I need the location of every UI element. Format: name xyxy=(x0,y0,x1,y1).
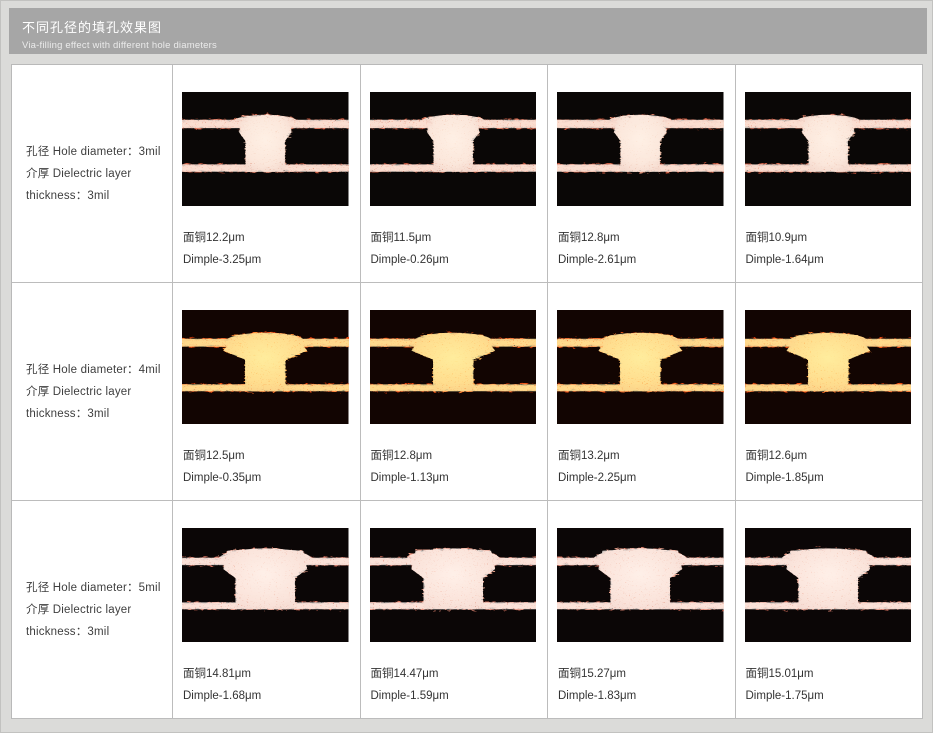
row-label-cell: 孔径 Hole diameter：3mil介厚 Dielectric layer… xyxy=(12,65,173,283)
dimple-value: Dimple-0.26μm xyxy=(371,249,449,271)
dimple-value: Dimple-1.75μm xyxy=(746,685,824,707)
dimple-value: Dimple-1.59μm xyxy=(371,685,449,707)
surface-copper-value: 面铜12.6μm xyxy=(746,445,824,467)
dimple-value: Dimple-1.68μm xyxy=(183,685,261,707)
via-micrograph-image xyxy=(370,92,537,206)
micrograph-cell: 面铜14.81μm Dimple-1.68μm xyxy=(173,501,361,719)
row-label-line: 介厚 Dielectric layer xyxy=(26,381,166,403)
measurement-block: 面铜14.81μm Dimple-1.68μm xyxy=(183,663,261,707)
micrograph-cell: 面铜10.9μm Dimple-1.64μm xyxy=(736,65,924,283)
measurement-block: 面铜12.5μm Dimple-0.35μm xyxy=(183,445,261,489)
dimple-value: Dimple-3.25μm xyxy=(183,249,261,271)
via-micrograph-image xyxy=(557,310,724,424)
surface-copper-value: 面铜12.8μm xyxy=(558,227,636,249)
surface-copper-value: 面铜12.8μm xyxy=(371,445,449,467)
measurement-block: 面铜15.01μm Dimple-1.75μm xyxy=(746,663,824,707)
via-micrograph-image xyxy=(745,528,912,642)
row-label-line: 介厚 Dielectric layer xyxy=(26,599,166,621)
row-label-cell: 孔径 Hole diameter：4mil介厚 Dielectric layer… xyxy=(12,283,173,501)
surface-copper-value: 面铜14.47μm xyxy=(371,663,449,685)
dimple-value: Dimple-0.35μm xyxy=(183,467,261,489)
micrograph-cell: 面铜15.01μm Dimple-1.75μm xyxy=(736,501,924,719)
via-fill-table: 孔径 Hole diameter：3mil介厚 Dielectric layer… xyxy=(11,64,923,719)
page: 不同孔径的填孔效果图 Via-filling effect with diffe… xyxy=(0,0,933,733)
via-micrograph-image xyxy=(370,528,537,642)
row-label-line: 孔径 Hole diameter：3mil xyxy=(26,141,166,163)
dimple-value: Dimple-2.61μm xyxy=(558,249,636,271)
dimple-value: Dimple-1.13μm xyxy=(371,467,449,489)
page-title: 不同孔径的填孔效果图 xyxy=(22,17,927,36)
dimple-value: Dimple-1.83μm xyxy=(558,685,636,707)
micrograph-cell: 面铜12.8μm Dimple-1.13μm xyxy=(361,283,549,501)
surface-copper-value: 面铜14.81μm xyxy=(183,663,261,685)
row-label-cell: 孔径 Hole diameter：5mil介厚 Dielectric layer… xyxy=(12,501,173,719)
surface-copper-value: 面铜12.2μm xyxy=(183,227,261,249)
dimple-value: Dimple-2.25μm xyxy=(558,467,636,489)
header-bar: 不同孔径的填孔效果图 Via-filling effect with diffe… xyxy=(9,8,927,54)
micrograph-cell: 面铜13.2μm Dimple-2.25μm xyxy=(548,283,736,501)
dimple-value: Dimple-1.85μm xyxy=(746,467,824,489)
micrograph-cell: 面铜15.27μm Dimple-1.83μm xyxy=(548,501,736,719)
micrograph-cell: 面铜11.5μm Dimple-0.26μm xyxy=(361,65,549,283)
measurement-block: 面铜12.6μm Dimple-1.85μm xyxy=(746,445,824,489)
via-micrograph-image xyxy=(182,92,349,206)
micrograph-cell: 面铜12.6μm Dimple-1.85μm xyxy=(736,283,924,501)
row-label-line: thickness：3mil xyxy=(26,185,166,207)
measurement-block: 面铜12.8μm Dimple-2.61μm xyxy=(558,227,636,271)
measurement-block: 面铜12.2μm Dimple-3.25μm xyxy=(183,227,261,271)
row-label-line: 孔径 Hole diameter：4mil xyxy=(26,359,166,381)
measurement-block: 面铜11.5μm Dimple-0.26μm xyxy=(371,227,449,271)
measurement-block: 面铜14.47μm Dimple-1.59μm xyxy=(371,663,449,707)
dimple-value: Dimple-1.64μm xyxy=(746,249,824,271)
micrograph-cell: 面铜12.5μm Dimple-0.35μm xyxy=(173,283,361,501)
surface-copper-value: 面铜15.27μm xyxy=(558,663,636,685)
measurement-block: 面铜12.8μm Dimple-1.13μm xyxy=(371,445,449,489)
micrograph-cell: 面铜12.2μm Dimple-3.25μm xyxy=(173,65,361,283)
via-micrograph-image xyxy=(370,310,537,424)
surface-copper-value: 面铜11.5μm xyxy=(371,227,449,249)
surface-copper-value: 面铜10.9μm xyxy=(746,227,824,249)
via-micrograph-image xyxy=(557,528,724,642)
page-subtitle: Via-filling effect with different hole d… xyxy=(22,40,927,51)
row-label-line: thickness：3mil xyxy=(26,621,166,643)
via-micrograph-image xyxy=(182,310,349,424)
measurement-block: 面铜15.27μm Dimple-1.83μm xyxy=(558,663,636,707)
surface-copper-value: 面铜13.2μm xyxy=(558,445,636,467)
via-micrograph-image xyxy=(557,92,724,206)
via-micrograph-image xyxy=(745,310,912,424)
measurement-block: 面铜10.9μm Dimple-1.64μm xyxy=(746,227,824,271)
row-label-line: thickness：3mil xyxy=(26,403,166,425)
row-label-line: 介厚 Dielectric layer xyxy=(26,163,166,185)
via-micrograph-image xyxy=(182,528,349,642)
row-label-line: 孔径 Hole diameter：5mil xyxy=(26,577,166,599)
measurement-block: 面铜13.2μm Dimple-2.25μm xyxy=(558,445,636,489)
via-micrograph-image xyxy=(745,92,912,206)
micrograph-cell: 面铜12.8μm Dimple-2.61μm xyxy=(548,65,736,283)
micrograph-cell: 面铜14.47μm Dimple-1.59μm xyxy=(361,501,549,719)
surface-copper-value: 面铜15.01μm xyxy=(746,663,824,685)
surface-copper-value: 面铜12.5μm xyxy=(183,445,261,467)
